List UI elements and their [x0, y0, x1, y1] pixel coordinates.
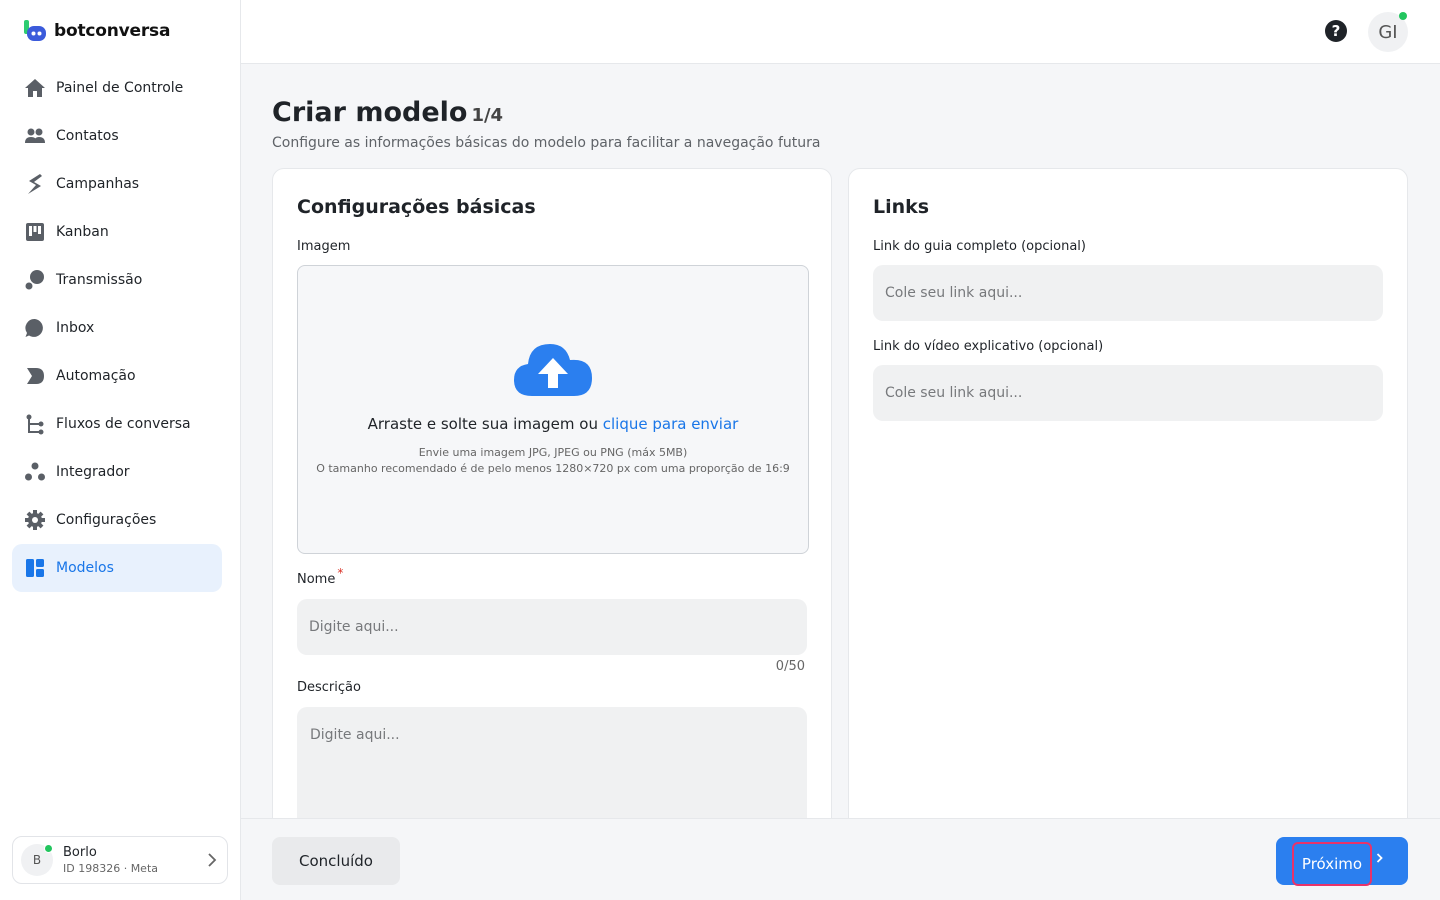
- chat-bubble-icon: [24, 317, 46, 339]
- brand-logo[interactable]: botconversa: [24, 20, 170, 42]
- integrator-icon: [24, 461, 46, 483]
- description-label: Descrição: [297, 680, 361, 695]
- video-link-label: Link do vídeo explicativo (opcional): [873, 339, 1104, 354]
- basic-settings-card: Configurações básicas Imagem Arraste e s…: [272, 168, 832, 848]
- image-label: Imagem: [297, 239, 351, 254]
- user-avatar[interactable]: GI: [1368, 12, 1408, 52]
- account-name: Borlo: [63, 845, 97, 860]
- sidebar-item-label: Contatos: [56, 128, 119, 144]
- sidebar-item-configuracoes[interactable]: Configurações: [12, 496, 222, 544]
- online-status-icon: [1399, 12, 1407, 20]
- gear-icon: [24, 509, 46, 531]
- next-button-label: Próximo: [1292, 842, 1372, 886]
- cloud-upload-icon: [514, 344, 592, 396]
- card-title: Links: [873, 196, 930, 218]
- step-indicator: 1/4: [471, 105, 504, 126]
- sidebar-item-label: Kanban: [56, 224, 109, 240]
- sidebar-item-label: Configurações: [56, 512, 157, 528]
- sidebar-item-label: Inbox: [56, 320, 95, 336]
- campaigns-icon: [24, 173, 46, 195]
- name-input[interactable]: [297, 599, 807, 655]
- sidebar-item-contatos[interactable]: Contatos: [12, 112, 222, 160]
- sidebar-item-painel-de-controle[interactable]: Painel de Controle: [12, 64, 222, 112]
- flows-icon: [24, 413, 46, 435]
- card-title: Configurações básicas: [297, 196, 536, 218]
- sidebar-item-label: Modelos: [56, 560, 114, 576]
- upload-size-hint: O tamanho recomendado é de pelo menos 12…: [316, 462, 790, 475]
- upload-click-link[interactable]: clique para enviar: [603, 415, 739, 433]
- account-id: ID 198326 · Meta: [63, 862, 159, 875]
- guide-link-label: Link do guia completo (opcional): [873, 239, 1086, 254]
- templates-icon: [24, 557, 46, 579]
- sidebar-item-automacao[interactable]: Automação: [12, 352, 222, 400]
- help-icon[interactable]: ?: [1325, 20, 1347, 42]
- name-char-counter: 0/50: [775, 659, 805, 674]
- sidebar-item-transmissao[interactable]: Transmissão: [12, 256, 222, 304]
- sidebar-item-inbox[interactable]: Inbox: [12, 304, 222, 352]
- sidebar-item-label: Campanhas: [56, 176, 140, 192]
- chevron-right-icon: [1376, 853, 1383, 863]
- links-card: Links Link do guia completo (opcional) L…: [848, 168, 1408, 848]
- home-icon: [24, 77, 46, 99]
- botconversa-logo-icon: [24, 20, 46, 41]
- required-mark: *: [337, 566, 344, 580]
- next-button[interactable]: Próximo: [1276, 837, 1408, 886]
- kanban-icon: [24, 221, 46, 243]
- sidebar-item-label: Painel de Controle: [56, 80, 184, 96]
- video-link-input[interactable]: [873, 365, 1383, 421]
- guide-link-input[interactable]: [873, 265, 1383, 321]
- upload-instruction: Arraste e solte sua imagem ou: [367, 415, 598, 433]
- account-avatar: B: [21, 844, 53, 876]
- sidebar-item-kanban[interactable]: Kanban: [12, 208, 222, 256]
- page-title: Criar modelo 1/4: [272, 97, 504, 128]
- name-label: Nome *: [297, 566, 344, 587]
- account-switcher[interactable]: B Borlo ID 198326 · Meta: [12, 836, 228, 884]
- page-subtitle: Configure as informações básicas do mode…: [272, 135, 821, 151]
- footer-bar: Concluído Próximo: [241, 818, 1440, 900]
- sidebar-item-modelos[interactable]: Modelos: [12, 544, 222, 592]
- sidebar-nav: Painel de Controle Contatos Campanhas Ka…: [12, 64, 222, 592]
- sidebar-item-integrador[interactable]: Integrador: [12, 448, 222, 496]
- sidebar: botconversa Painel de Controle Contatos …: [0, 0, 241, 900]
- broadcast-icon: [24, 269, 46, 291]
- sidebar-item-campanhas[interactable]: Campanhas: [12, 160, 222, 208]
- done-button[interactable]: Concluído: [272, 837, 400, 885]
- chevron-right-icon: [208, 853, 217, 867]
- automation-icon: [24, 365, 46, 387]
- brand-name: botconversa: [54, 21, 171, 41]
- sidebar-item-label: Fluxos de conversa: [56, 416, 191, 432]
- sidebar-item-label: Integrador: [56, 464, 130, 480]
- sidebar-item-label: Transmissão: [56, 272, 143, 288]
- sidebar-item-label: Automação: [56, 368, 136, 384]
- upload-format-hint: Envie uma imagem JPG, JPEG ou PNG (máx 5…: [418, 446, 688, 459]
- top-bar: ? GI: [241, 0, 1440, 64]
- contacts-icon: [24, 125, 46, 147]
- image-upload-dropzone[interactable]: Arraste e solte sua imagem ou clique par…: [297, 265, 809, 554]
- online-status-icon: [44, 844, 53, 853]
- sidebar-item-fluxos-de-conversa[interactable]: Fluxos de conversa: [12, 400, 222, 448]
